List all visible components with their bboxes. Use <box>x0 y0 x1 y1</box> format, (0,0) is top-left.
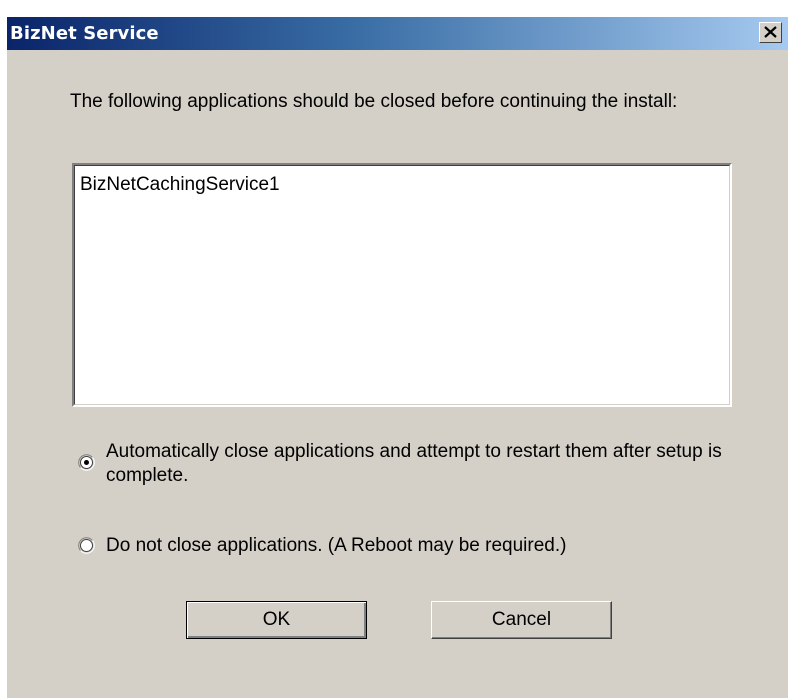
radio-dot-icon <box>84 460 89 465</box>
list-item[interactable]: BizNetCachingService1 <box>80 174 280 196</box>
window-title: BizNet Service <box>10 23 159 44</box>
do-not-close-radio[interactable] <box>78 537 95 554</box>
auto-close-radio[interactable] <box>78 454 95 471</box>
close-icon <box>764 26 777 38</box>
title-bar[interactable]: BizNet Service <box>7 17 788 50</box>
close-button[interactable] <box>759 22 782 43</box>
dialog-window: BizNet Service The following application… <box>6 17 788 698</box>
applications-list[interactable]: BizNetCachingService1 <box>72 163 732 407</box>
do-not-close-option-label[interactable]: Do not close applications. (A Reboot may… <box>106 534 726 558</box>
message-text: The following applications should be clo… <box>70 91 678 112</box>
ok-button[interactable]: OK <box>186 601 367 639</box>
cancel-button[interactable]: Cancel <box>431 601 612 639</box>
auto-close-option-label[interactable]: Automatically close applications and att… <box>106 440 726 488</box>
